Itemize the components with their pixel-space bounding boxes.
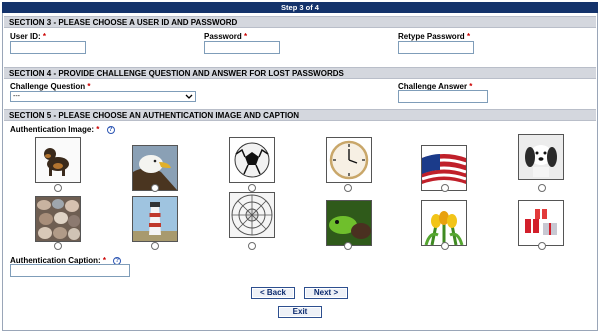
auth-image-soccer-ball[interactable]	[229, 137, 275, 183]
help-icon[interactable]: ?	[106, 126, 115, 134]
challenge-answer-input[interactable]	[398, 90, 488, 103]
password-label: Password *	[204, 32, 248, 41]
challenge-question-select[interactable]: ---	[10, 91, 196, 102]
step-indicator: Step 3 of 4	[2, 2, 598, 13]
auth-image-lighthouse[interactable]	[132, 196, 178, 242]
auth-caption-input[interactable]	[10, 264, 130, 277]
lighthouse-image	[133, 197, 177, 241]
radio-lighthouse[interactable]	[151, 242, 159, 250]
radio-gifts[interactable]	[538, 242, 546, 250]
radio-dome[interactable]	[248, 242, 256, 250]
puppy-image	[519, 135, 563, 179]
auth-image-dome[interactable]	[229, 192, 275, 238]
auth-image-puppy[interactable]	[518, 134, 564, 180]
clock-image	[327, 138, 371, 182]
user-id-input[interactable]	[10, 41, 86, 54]
section3-header: SECTION 3 - PLEASE CHOOSE A USER ID AND …	[4, 16, 596, 28]
auth-image-dog[interactable]	[35, 137, 81, 183]
tulips-image	[422, 201, 466, 245]
next-button[interactable]: Next >	[304, 287, 348, 299]
auth-image-clock[interactable]	[326, 137, 372, 183]
exit-button[interactable]: Exit	[278, 306, 322, 318]
dome-image	[230, 193, 274, 237]
challenge-question-label: Challenge Question *	[10, 82, 91, 91]
chameleon-image	[327, 201, 371, 245]
auth-image-pebbles[interactable]	[35, 196, 81, 242]
radio-soccer-ball[interactable]	[248, 184, 256, 192]
auth-image-gifts[interactable]	[518, 200, 564, 246]
challenge-question-value: ---	[13, 93, 20, 100]
dog-image	[36, 138, 80, 182]
radio-pebbles[interactable]	[54, 242, 62, 250]
radio-puppy[interactable]	[538, 184, 546, 192]
soccer-ball-image	[230, 138, 274, 182]
retype-password-input[interactable]	[398, 41, 474, 54]
radio-chameleon[interactable]	[344, 242, 352, 250]
auth-image-label: Authentication Image: * ?	[10, 125, 115, 134]
chevron-down-icon	[185, 94, 193, 99]
gifts-image	[519, 201, 563, 245]
page-frame	[2, 2, 598, 331]
radio-eagle[interactable]	[151, 184, 159, 192]
pebbles-image	[36, 197, 80, 241]
radio-clock[interactable]	[344, 184, 352, 192]
radio-flag[interactable]	[441, 184, 449, 192]
back-button[interactable]: < Back	[251, 287, 295, 299]
auth-image-chameleon[interactable]	[326, 200, 372, 246]
retype-password-label: Retype Password *	[398, 32, 471, 41]
section4-header: SECTION 4 - PROVIDE CHALLENGE QUESTION A…	[4, 67, 596, 79]
section5-header: SECTION 5 - PLEASE CHOOSE AN AUTHENTICAT…	[4, 109, 596, 121]
radio-dog[interactable]	[54, 184, 62, 192]
password-input[interactable]	[204, 41, 280, 54]
radio-tulips[interactable]	[441, 242, 449, 250]
user-id-label: User ID: *	[10, 32, 47, 41]
auth-image-tulips[interactable]	[421, 200, 467, 246]
